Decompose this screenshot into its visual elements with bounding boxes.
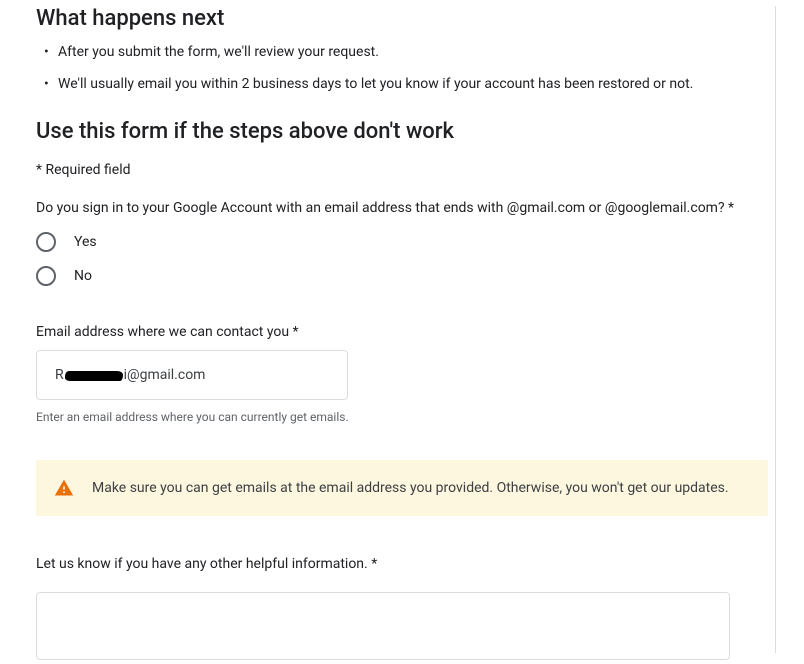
what-happens-next-heading: What happens next <box>36 6 768 31</box>
contact-email-label: Email address where we can contact you * <box>36 324 768 340</box>
radio-yes[interactable]: Yes <box>36 232 768 252</box>
redaction-mark <box>65 371 123 381</box>
email-warning-alert: Make sure you can get emails at the emai… <box>36 460 768 516</box>
other-info-textarea[interactable] <box>36 592 730 660</box>
vertical-divider <box>775 6 776 653</box>
contact-email-helper: Enter an email address where you can cur… <box>36 410 768 424</box>
email-suffix: i@gmail.com <box>124 367 206 383</box>
what-happens-next-list: After you submit the form, we'll review … <box>36 41 768 95</box>
radio-yes-label: Yes <box>74 234 97 250</box>
contact-email-value: Ri@gmail.com <box>55 367 205 383</box>
radio-circle-icon <box>36 266 56 286</box>
signin-radio-group: Yes No <box>36 232 768 286</box>
radio-no[interactable]: No <box>36 266 768 286</box>
form-heading: Use this form if the steps above don't w… <box>36 119 768 144</box>
list-item: We'll usually email you within 2 busines… <box>40 73 768 95</box>
warning-text: Make sure you can get emails at the emai… <box>92 478 729 498</box>
other-info-label: Let us know if you have any other helpfu… <box>36 556 768 572</box>
contact-email-input[interactable]: Ri@gmail.com <box>36 350 348 400</box>
signin-question-label: Do you sign in to your Google Account wi… <box>36 198 768 218</box>
email-prefix: R <box>55 367 64 383</box>
radio-circle-icon <box>36 232 56 252</box>
radio-no-label: No <box>74 268 92 284</box>
warning-icon <box>54 478 74 498</box>
list-item: After you submit the form, we'll review … <box>40 41 768 63</box>
required-field-note: * Required field <box>36 162 768 178</box>
